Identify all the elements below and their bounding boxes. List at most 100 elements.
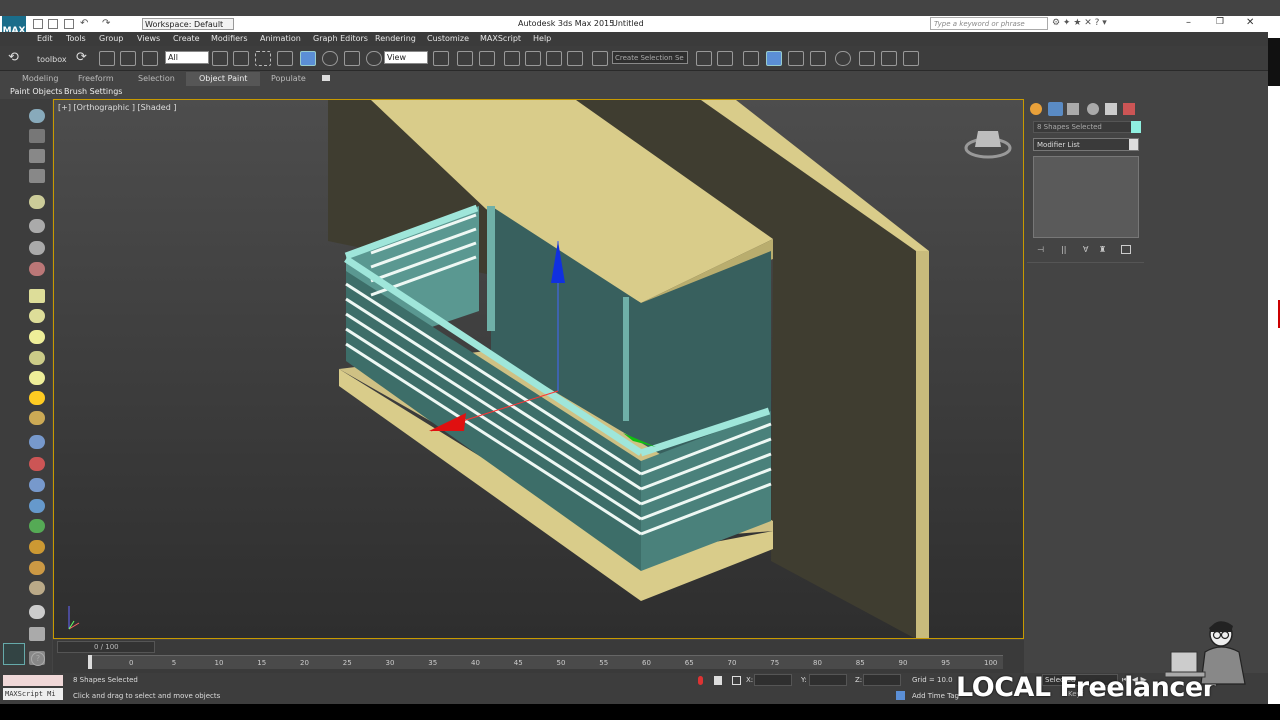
modifier-dropdown-arrow[interactable] <box>1129 139 1138 150</box>
sphere-gray-icon[interactable] <box>29 605 45 619</box>
hair-icon[interactable] <box>29 540 45 554</box>
paint-tool-icon[interactable] <box>29 457 45 471</box>
select-and-rotate-icon[interactable] <box>322 51 338 66</box>
globe-icon[interactable] <box>29 499 45 513</box>
light-bulb-icon[interactable] <box>29 195 45 209</box>
open-file-icon[interactable] <box>48 19 58 29</box>
bowl-icon[interactable] <box>29 351 45 365</box>
modifier-list-dropdown[interactable]: Modifier List <box>1033 138 1139 151</box>
selection-filter-dropdown[interactable]: All <box>165 51 209 64</box>
layer-manager-icon[interactable] <box>743 51 759 66</box>
x-coord-field[interactable] <box>754 674 792 686</box>
tab-freeform[interactable]: Freeform <box>78 74 114 83</box>
menu-animation[interactable]: Animation <box>260 34 301 43</box>
maxscript-listener[interactable] <box>3 675 63 686</box>
snaps-toggle-icon[interactable] <box>504 51 520 66</box>
robot-icon[interactable] <box>29 262 45 276</box>
speaker-icon[interactable] <box>29 241 45 255</box>
redo-toolbar-icon[interactable]: ⟳ <box>76 50 87 65</box>
menu-modifiers[interactable]: Modifiers <box>211 34 248 43</box>
rendered-frame-icon[interactable] <box>881 51 897 66</box>
select-and-move-icon[interactable] <box>300 51 316 66</box>
tab-modeling[interactable]: Modeling <box>22 74 58 83</box>
select-object-icon[interactable] <box>212 51 228 66</box>
particle-icon[interactable] <box>29 435 45 449</box>
dome-icon[interactable] <box>29 309 45 323</box>
menu-graph-editors[interactable]: Graph Editors <box>313 34 368 43</box>
help-icons[interactable]: ⚙ ✦ ★ ✕ ? ▾ <box>1052 18 1107 28</box>
material-editor-icon[interactable] <box>835 51 851 66</box>
grid-tool-icon[interactable] <box>29 169 45 183</box>
tab-populate[interactable]: Populate <box>271 74 306 83</box>
modify-tab-icon[interactable] <box>1048 102 1063 116</box>
maxscript-mini[interactable]: MAXScript Mi <box>3 688 63 700</box>
y-coord-field[interactable] <box>809 674 847 686</box>
teapot-icon[interactable] <box>29 109 45 123</box>
create-tab-icon[interactable] <box>1030 103 1042 115</box>
link-icon[interactable] <box>99 51 115 66</box>
render-production-icon[interactable] <box>903 51 919 66</box>
edit-named-selection-icon[interactable] <box>592 51 608 66</box>
named-selection-dropdown[interactable]: Create Selection Se <box>612 51 688 64</box>
minimize-button[interactable]: – <box>1186 17 1191 28</box>
curve-editor-icon[interactable] <box>788 51 804 66</box>
display-tab-icon[interactable] <box>1105 103 1117 115</box>
angle-snap-icon[interactable] <box>525 51 541 66</box>
box-tool-icon[interactable] <box>29 129 45 143</box>
viewport-orthographic[interactable]: [+] [Orthographic ] [Shaded ] <box>53 99 1024 639</box>
align-icon[interactable] <box>717 51 733 66</box>
menu-help[interactable]: Help <box>533 34 551 43</box>
time-cursor[interactable] <box>88 655 92 669</box>
rectangle-selection-icon[interactable] <box>255 51 271 66</box>
new-file-icon[interactable] <box>33 19 43 29</box>
help-circle-icon[interactable]: ? <box>31 652 45 666</box>
cloth-icon[interactable] <box>29 561 45 575</box>
pivot-center-icon[interactable] <box>433 51 449 66</box>
reference-coordinate-dropdown[interactable]: View <box>384 51 428 64</box>
undo-toolbar-icon[interactable]: ⟲ <box>8 50 19 65</box>
tab-selection[interactable]: Selection <box>138 74 175 83</box>
remove-modifier-icon[interactable]: ♜ <box>1099 245 1106 254</box>
timeline[interactable]: 0 / 100 0 5 10 15 20 25 30 35 40 45 50 55 60 65 70 75 80… <box>53 640 1024 673</box>
motion-tab-icon[interactable] <box>1087 103 1099 115</box>
unlink-icon[interactable] <box>120 51 136 66</box>
window-crossing-icon[interactable] <box>277 51 293 66</box>
search-input[interactable]: Type a keyword or phrase <box>930 17 1048 30</box>
camera-tool-icon[interactable] <box>29 219 45 233</box>
object-name-field[interactable]: 8 Shapes Selected <box>1033 121 1133 133</box>
menu-views[interactable]: Views <box>137 34 160 43</box>
absolute-mode-icon[interactable] <box>732 676 741 685</box>
render-setup-icon[interactable] <box>859 51 875 66</box>
workspace-dropdown[interactable]: Workspace: Default <box>142 18 234 30</box>
redo-icon[interactable]: ↷ <box>102 18 110 29</box>
ribbon-options-icon[interactable] <box>322 75 330 81</box>
modifier-stack[interactable] <box>1033 156 1139 238</box>
skeleton-icon[interactable] <box>29 478 45 492</box>
save-file-icon[interactable] <box>64 19 74 29</box>
undo-icon[interactable]: ↶ <box>80 18 88 29</box>
utilities-tab-icon[interactable] <box>1123 103 1135 115</box>
time-slider[interactable]: 0 / 100 <box>57 641 155 653</box>
sun-icon[interactable] <box>29 391 45 405</box>
track-bar[interactable] <box>88 655 1003 669</box>
keyboard-shortcut-icon[interactable] <box>479 51 495 66</box>
sphere-tool-icon[interactable] <box>29 330 45 344</box>
time-tag-icon[interactable] <box>896 691 905 700</box>
configure-sets-icon[interactable] <box>1121 245 1131 254</box>
menu-maxscript[interactable]: MAXScript <box>480 34 521 43</box>
menu-tools[interactable]: Tools <box>66 34 86 43</box>
pin-stack-icon[interactable]: ⊣ <box>1037 245 1044 254</box>
z-coord-field[interactable] <box>863 674 901 686</box>
spinner-snap-icon[interactable] <box>567 51 583 66</box>
place-icon[interactable] <box>366 51 382 66</box>
mirror-icon[interactable] <box>696 51 712 66</box>
select-and-scale-icon[interactable] <box>344 51 360 66</box>
subtab-paint-objects[interactable]: Paint Objects <box>10 87 63 96</box>
select-by-name-icon[interactable] <box>233 51 249 66</box>
make-unique-icon[interactable]: ∀ <box>1083 245 1088 254</box>
bind-spacewarp-icon[interactable] <box>142 51 158 66</box>
close-button[interactable]: ✕ <box>1246 17 1254 28</box>
percent-snap-icon[interactable] <box>546 51 562 66</box>
leaf-icon[interactable] <box>29 519 45 533</box>
show-end-result-icon[interactable]: || <box>1061 245 1066 254</box>
